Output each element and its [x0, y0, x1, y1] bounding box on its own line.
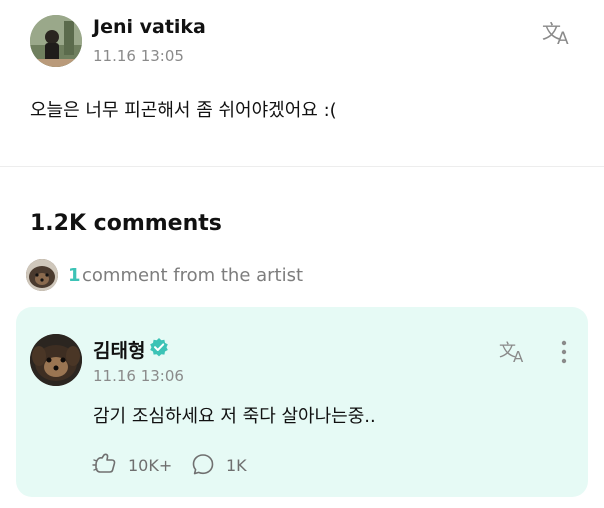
- artist-comment-count: 1: [68, 265, 81, 286]
- translate-icon[interactable]: 文 A: [498, 338, 530, 366]
- cheer-button[interactable]: 10K+: [92, 452, 182, 478]
- post-author-avatar[interactable]: [30, 15, 82, 67]
- translate-icon[interactable]: 文 A: [540, 18, 576, 49]
- more-options-icon[interactable]: [556, 339, 572, 365]
- svg-text:A: A: [513, 348, 524, 366]
- svg-text:A: A: [557, 29, 569, 48]
- artist-comment-label: comment from the artist: [82, 265, 304, 286]
- comment-author-name[interactable]: 김태형: [93, 336, 145, 363]
- post-body: 오늘은 너무 피곤해서 좀 쉬어야겠어요 :(: [30, 100, 337, 121]
- section-divider: [0, 166, 604, 167]
- verified-check-icon: [149, 337, 169, 357]
- comment-timestamp: 11.16 13:06: [93, 367, 184, 385]
- post-timestamp: 11.16 13:05: [93, 47, 184, 65]
- post-header: Jeni vatika 11.16 13:05 文 A: [0, 0, 604, 80]
- reply-count: 1K: [226, 456, 247, 475]
- cheer-count: 10K+: [128, 456, 173, 475]
- reply-button[interactable]: 1K: [190, 452, 270, 478]
- comment-bubble-icon: [192, 454, 214, 475]
- artist-comment-filter[interactable]: 1 comment from the artist: [26, 259, 426, 293]
- artist-mini-avatar: [26, 259, 58, 291]
- cheer-icon: [92, 453, 116, 473]
- comments-count-title: 1.2K comments: [30, 211, 222, 236]
- post-author-name[interactable]: Jeni vatika: [93, 16, 206, 38]
- comment-author-avatar[interactable]: [30, 334, 82, 386]
- artist-comment-card: 김태형 11.16 13:06 文 A 감기 조심하세요 저 죽다 살아나는중.…: [16, 307, 588, 497]
- comment-body: 감기 조심하세요 저 죽다 살아나는중..: [93, 406, 376, 427]
